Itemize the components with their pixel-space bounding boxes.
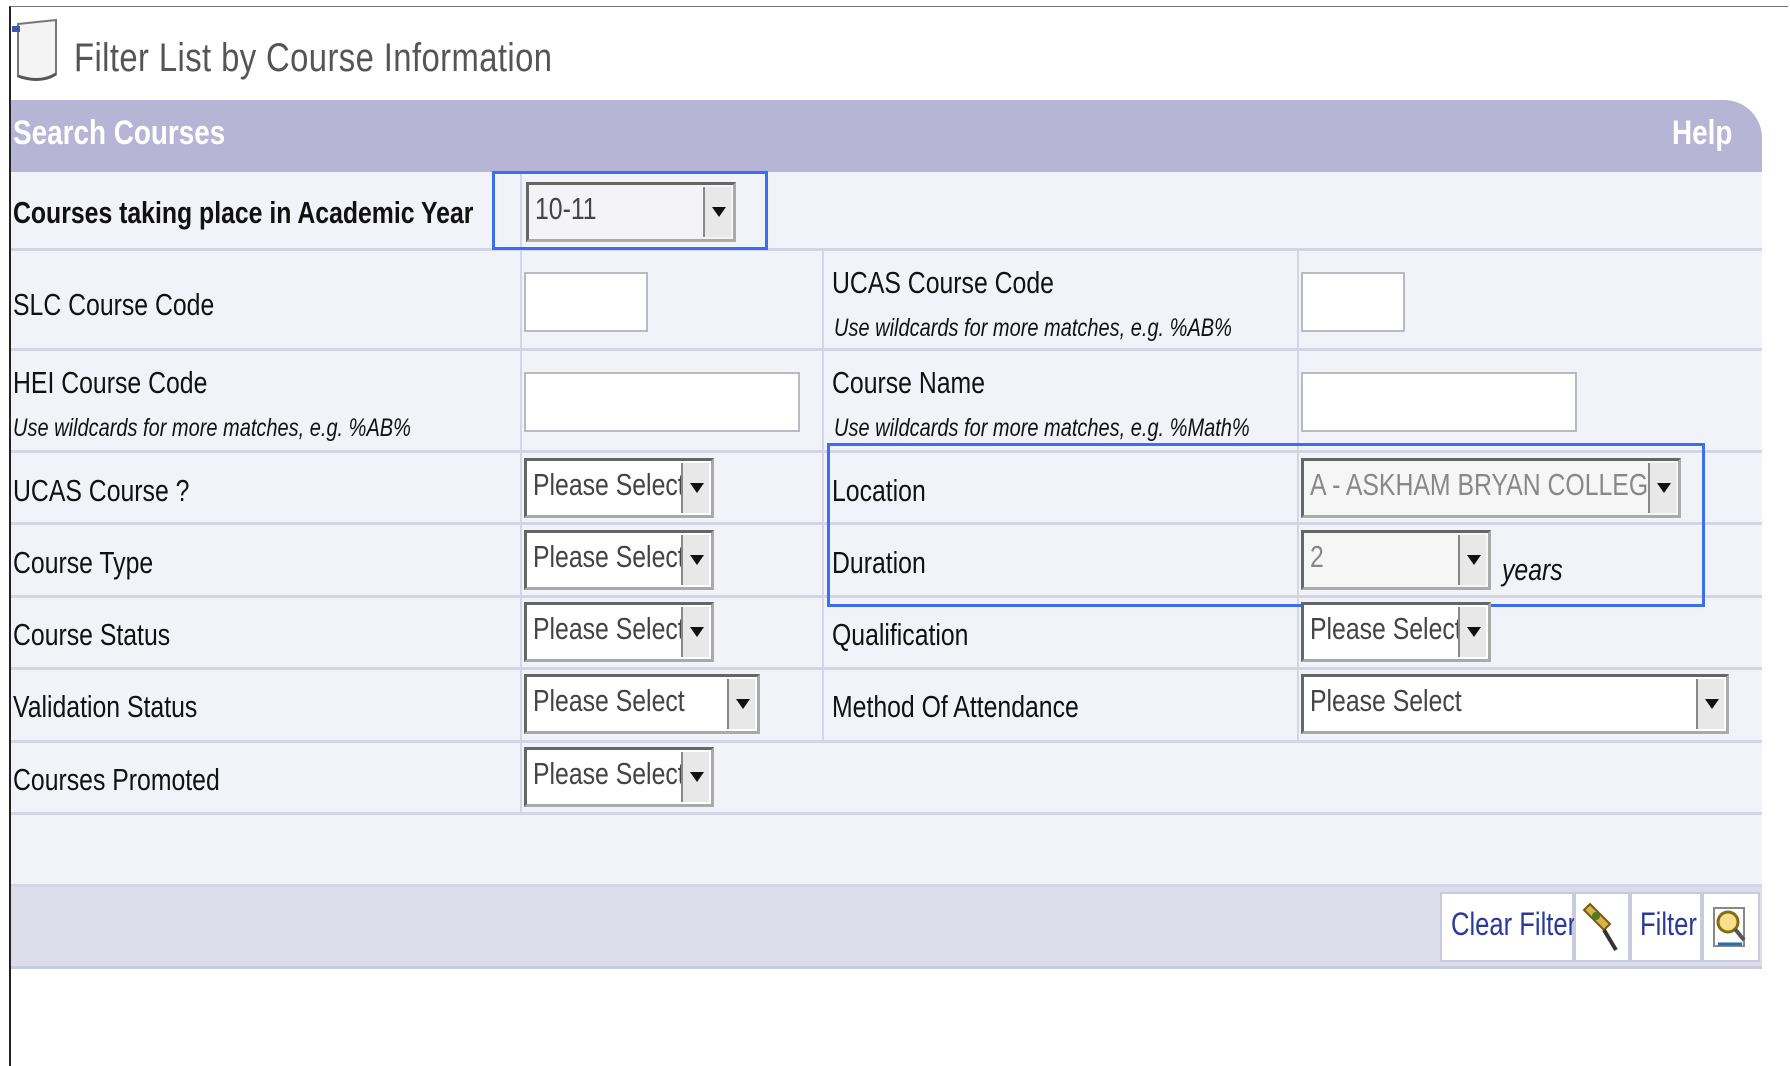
- chevron-down-icon[interactable]: [1696, 679, 1724, 729]
- filter-label[interactable]: Filter: [1640, 906, 1697, 943]
- course-name-input[interactable]: [1301, 372, 1577, 432]
- row-promoted: [11, 743, 1762, 815]
- ucas-course-label: UCAS Course ?: [13, 473, 190, 508]
- validation-status-select[interactable]: Please Select: [524, 674, 760, 734]
- hei-course-code-hint: Use wildcards for more matches, e.g. %AB…: [13, 414, 411, 442]
- chevron-down-icon[interactable]: [681, 752, 709, 802]
- academic-year-label: Courses taking place in Academic Year: [13, 195, 474, 230]
- search-courses-title: Search Courses: [13, 114, 226, 152]
- hei-course-code-input[interactable]: [524, 372, 800, 432]
- help-link[interactable]: Help: [1672, 114, 1732, 153]
- course-name-label: Course Name: [832, 365, 985, 400]
- qualification-label: Qualification: [832, 617, 969, 652]
- method-of-attendance-select[interactable]: Please Select: [1301, 674, 1729, 734]
- courses-promoted-label: Courses Promoted: [13, 762, 220, 797]
- method-of-attendance-value: Please Select: [1310, 683, 1462, 718]
- hei-course-code-label: HEI Course Code: [13, 365, 208, 400]
- search-header-bar: [11, 100, 1762, 172]
- highlight-box-location-duration: [827, 443, 1705, 607]
- column-divider: [520, 172, 522, 815]
- course-status-label: Course Status: [13, 617, 171, 652]
- course-status-value: Please Select: [533, 611, 685, 646]
- ucas-course-code-hint: Use wildcards for more matches, e.g. %AB…: [834, 314, 1232, 342]
- clear-filter-icon-button[interactable]: [1574, 892, 1630, 962]
- courses-promoted-select[interactable]: Please Select: [524, 747, 714, 807]
- filter-icon-button[interactable]: [1702, 892, 1760, 962]
- highlight-box-academic-year: [492, 171, 768, 250]
- method-of-attendance-label: Method Of Attendance: [832, 689, 1079, 724]
- row-empty: [11, 815, 1762, 887]
- chevron-down-icon[interactable]: [727, 679, 755, 729]
- chevron-down-icon[interactable]: [681, 607, 709, 657]
- column-divider: [822, 251, 824, 743]
- slc-course-code-label: SLC Course Code: [13, 287, 215, 322]
- broom-icon[interactable]: [1576, 894, 1628, 960]
- chevron-down-icon[interactable]: [681, 535, 709, 585]
- chevron-down-icon[interactable]: [1458, 607, 1486, 657]
- ucas-course-code-input[interactable]: [1301, 272, 1405, 332]
- document-icon: [12, 18, 57, 81]
- validation-status-value: Please Select: [533, 683, 685, 718]
- course-type-value: Please Select: [533, 539, 685, 574]
- courses-promoted-value: Please Select: [533, 756, 685, 791]
- course-name-hint: Use wildcards for more matches, e.g. %Ma…: [834, 414, 1250, 442]
- page-title: Filter List by Course Information: [74, 36, 553, 80]
- ucas-course-code-label: UCAS Course Code: [832, 265, 1054, 300]
- clear-filter-label[interactable]: Clear Filter: [1451, 906, 1576, 943]
- course-type-select[interactable]: Please Select: [524, 530, 714, 590]
- qualification-value: Please Select: [1310, 611, 1462, 646]
- validation-status-label: Validation Status: [13, 689, 198, 724]
- magnifier-document-icon[interactable]: [1704, 894, 1758, 960]
- ucas-course-value: Please Select: [533, 467, 685, 502]
- course-status-select[interactable]: Please Select: [524, 602, 714, 662]
- chevron-down-icon[interactable]: [681, 463, 709, 513]
- course-type-label: Course Type: [13, 545, 154, 580]
- slc-course-code-input[interactable]: [524, 272, 648, 332]
- ucas-course-select[interactable]: Please Select: [524, 458, 714, 518]
- qualification-select[interactable]: Please Select: [1301, 602, 1491, 662]
